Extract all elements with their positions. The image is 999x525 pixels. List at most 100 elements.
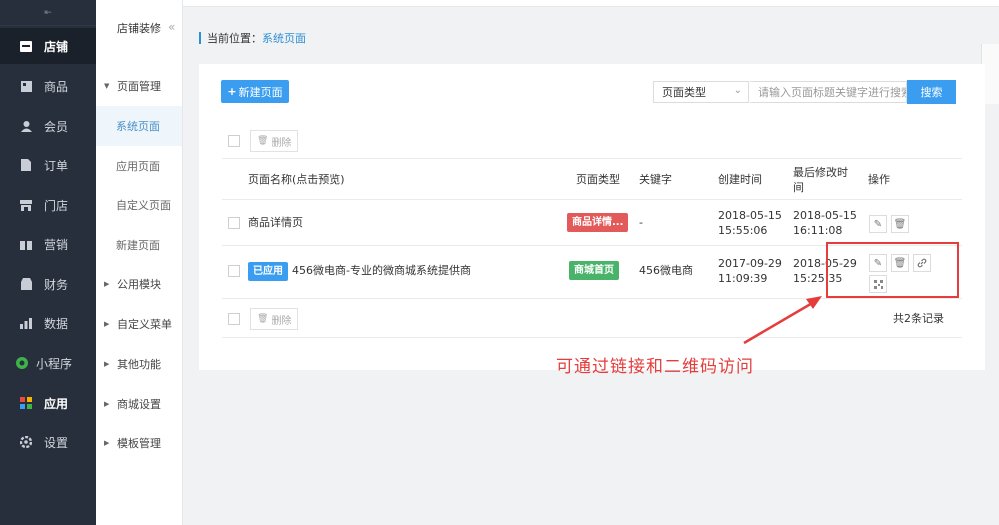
subnav-label: 其他功能 (117, 358, 161, 371)
created-clock: 15:55:06 (718, 224, 768, 237)
modified-date: 2018-05-15 (793, 209, 857, 222)
applied-badge: 已应用 (248, 262, 288, 281)
sidebar-item-finance[interactable]: 财务 (0, 266, 96, 302)
created-time: 2018-05-15 15:55:06 (718, 208, 782, 238)
caret-right-icon: ▶ (104, 360, 110, 368)
sidebar-item-settings[interactable]: 设置 (0, 424, 96, 460)
sidebar-item-label: 小程序 (36, 356, 73, 371)
sidebar-item-data[interactable]: 数据 (0, 305, 96, 341)
edit-icon[interactable]: ✎ (869, 215, 887, 233)
select-all-checkbox[interactable] (228, 135, 240, 147)
chevron-down-icon: ⌄ (733, 85, 742, 96)
subnav-item-new-page[interactable]: 新建页面 (96, 225, 182, 265)
sidebar-item-miniprogram[interactable]: 小程序 (0, 345, 96, 381)
row-checkbox[interactable] (228, 265, 240, 277)
divider (222, 158, 962, 159)
created-clock: 11:09:39 (718, 272, 768, 285)
col-header-created: 创建时间 (718, 173, 762, 186)
created-date: 2017-09-29 (718, 257, 782, 270)
subnav-label: 模板管理 (117, 437, 161, 450)
apps-icon (20, 397, 32, 409)
sidebar-item-label: 营销 (44, 237, 69, 252)
new-page-button[interactable]: + 新建页面 (221, 80, 289, 103)
divider (222, 199, 962, 200)
subnav-group-custom-menu[interactable]: ▶ 自定义菜单 (96, 304, 182, 344)
subnav-label: 新建页面 (116, 239, 160, 252)
sidebar-item-label: 财务 (44, 277, 69, 292)
sidebar-item-shop[interactable]: 门店 (0, 187, 96, 223)
breadcrumb-prefix: 当前位置： (207, 32, 262, 45)
top-bar (182, 0, 999, 7)
sidebar-item-store[interactable]: 店铺 (0, 28, 96, 64)
trash-icon[interactable]: 🗑 (891, 215, 909, 233)
col-header-actions: 操作 (868, 173, 890, 186)
search-button[interactable]: 搜索 (907, 80, 956, 104)
subnav-label: 系统页面 (116, 120, 160, 133)
page-name-link[interactable]: 456微电商-专业的微商城系统提供商 (292, 264, 471, 277)
subnav-item-system-pages[interactable]: 系统页面 (96, 106, 182, 146)
sidebar-item-label: 会员 (44, 119, 69, 134)
search-input[interactable]: 请输入页面标题关键字进行搜索 (750, 81, 907, 103)
sidebar-item-label: 店铺 (44, 39, 69, 54)
delete-label: 删除 (271, 315, 292, 327)
subnav-label: 应用页面 (116, 160, 160, 173)
type-tag-label: 商城首页 (569, 261, 619, 280)
settings-icon (20, 436, 32, 448)
divider (222, 337, 962, 338)
breadcrumb-marker (199, 32, 201, 44)
subnav-group-mall-settings[interactable]: ▶ 商城设置 (96, 384, 182, 424)
created-time: 2017-09-29 11:09:39 (718, 256, 782, 286)
store-icon (20, 40, 32, 52)
sidebar-item-label: 应用 (44, 396, 69, 411)
trash-icon: 🗑 (257, 136, 269, 146)
marketing-icon (20, 238, 32, 250)
page-name-cell[interactable]: 已应用 456微电商-专业的微商城系统提供商 (248, 262, 471, 281)
secondary-nav: 店铺装修 ▼ 页面管理 系统页面 应用页面 自定义页面 新建页面 ▶ 公用模块 ▶ 自… (96, 0, 182, 525)
delete-button[interactable]: 🗑 删除 (250, 308, 299, 330)
member-icon (20, 120, 32, 132)
sidebar-item-goods[interactable]: 商品 (0, 68, 96, 104)
subnav-label: 商城设置 (117, 398, 161, 411)
page-type-select[interactable]: 页面类型 ⌄ (653, 81, 749, 103)
subnav-group-common-modules[interactable]: ▶ 公用模块 (96, 264, 182, 304)
sidebar-item-order[interactable]: 订单 (0, 147, 96, 183)
bulk-actions-top: 🗑 删除 (222, 124, 962, 158)
subnav-group-template-management[interactable]: ▶ 模板管理 (96, 423, 182, 463)
miniprogram-icon (16, 357, 28, 369)
goods-icon (20, 80, 32, 92)
sidebar-collapse-icon[interactable]: ⇤ (0, 0, 96, 26)
subnav-label: 公用模块 (117, 278, 161, 291)
caret-down-icon: ▼ (104, 82, 110, 90)
subnav-group-page-management[interactable]: ▼ 页面管理 (96, 66, 182, 106)
delete-button[interactable]: 🗑 删除 (250, 130, 299, 152)
subnav-label: 页面管理 (117, 80, 161, 93)
col-header-modified-line: 间 (793, 181, 804, 194)
sidebar-item-apps[interactable]: 应用 (0, 385, 96, 421)
caret-right-icon: ▶ (104, 439, 110, 447)
divider (182, 0, 183, 525)
subnav-item-app-pages[interactable]: 应用页面 (96, 146, 182, 186)
order-icon (20, 159, 32, 171)
sidebar-item-label: 设置 (44, 435, 69, 450)
select-all-checkbox[interactable] (228, 313, 240, 325)
content-panel: + 新建页面 页面类型 ⌄ 请输入页面标题关键字进行搜索 搜索 🗑 删除 页面名… (199, 64, 985, 370)
sidebar-item-label: 商品 (44, 79, 69, 94)
page-type-tag: 商城首页 (569, 261, 619, 280)
subnav-label: 自定义菜单 (117, 318, 172, 331)
col-header-name: 页面名称(点击预览) (248, 173, 345, 186)
sidebar-item-marketing[interactable]: 营销 (0, 226, 96, 262)
sidebar-item-member[interactable]: 会员 (0, 108, 96, 144)
subnav-group-other-functions[interactable]: ▶ 其他功能 (96, 344, 182, 384)
page-name-link[interactable]: 商品详情页 (248, 215, 303, 230)
sidebar-item-label: 数据 (44, 316, 69, 331)
bulk-actions-bottom: 🗑 删除 (222, 302, 962, 336)
divider (222, 298, 962, 299)
subnav-collapse-icon[interactable]: « (168, 20, 182, 50)
modified-clock: 16:11:08 (793, 224, 843, 237)
plus-icon: + (227, 85, 237, 98)
row-checkbox[interactable] (228, 217, 240, 229)
caret-right-icon: ▶ (104, 400, 110, 408)
modified-time: 2018-05-15 16:11:08 (793, 208, 857, 238)
breadcrumb-current[interactable]: 系统页面 (262, 30, 306, 46)
subnav-item-custom-pages[interactable]: 自定义页面 (96, 185, 182, 225)
